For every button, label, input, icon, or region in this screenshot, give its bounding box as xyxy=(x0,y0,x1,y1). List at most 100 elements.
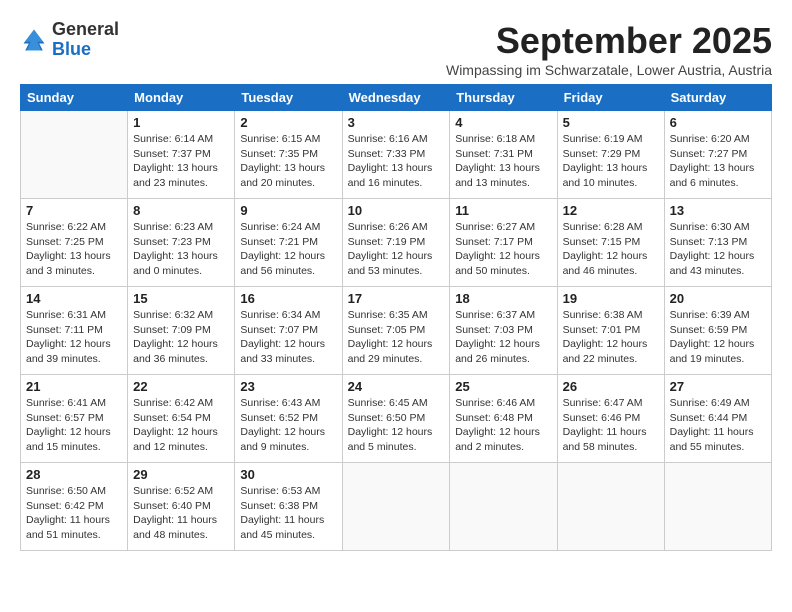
day-info: Sunrise: 6:47 AMSunset: 6:46 PMDaylight:… xyxy=(563,396,659,455)
day-info: Sunrise: 6:38 AMSunset: 7:01 PMDaylight:… xyxy=(563,308,659,367)
calendar-cell xyxy=(557,463,664,551)
weekday-header-friday: Friday xyxy=(557,85,664,111)
calendar-cell: 6Sunrise: 6:20 AMSunset: 7:27 PMDaylight… xyxy=(664,111,771,199)
day-info: Sunrise: 6:16 AMSunset: 7:33 PMDaylight:… xyxy=(348,132,445,191)
day-info: Sunrise: 6:42 AMSunset: 6:54 PMDaylight:… xyxy=(133,396,229,455)
day-number: 28 xyxy=(26,467,122,482)
day-number: 19 xyxy=(563,291,659,306)
day-info: Sunrise: 6:35 AMSunset: 7:05 PMDaylight:… xyxy=(348,308,445,367)
calendar-cell: 15 Sunrise: 6:32 AMSunset: 7:09 PMDayligh… xyxy=(128,287,235,375)
day-info: Sunrise: 6:45 AMSunset: 6:50 PMDaylight:… xyxy=(348,396,445,455)
calendar-cell: 17 Sunrise: 6:35 AMSunset: 7:05 PMDayligh… xyxy=(342,287,450,375)
day-info: Sunrise: 6:49 AMSunset: 6:44 PMDaylight:… xyxy=(670,396,766,455)
weekday-header-sunday: Sunday xyxy=(21,85,128,111)
day-number: 7 xyxy=(26,203,122,218)
day-number: 20 xyxy=(670,291,766,306)
week-row-1: 1 Sunrise: 6:14 AMSunset: 7:37 PMDaylight… xyxy=(21,111,772,199)
day-number: 11 xyxy=(455,203,551,218)
day-number: 13 xyxy=(670,203,766,218)
day-number: 16 xyxy=(240,291,336,306)
day-info: Sunrise: 6:30 AMSunset: 7:13 PMDaylight:… xyxy=(670,220,766,279)
day-info: Sunrise: 6:20 AMSunset: 7:27 PMDaylight:… xyxy=(670,132,766,191)
calendar-cell: 11 Sunrise: 6:27 AMSunset: 7:17 PMDayligh… xyxy=(450,199,557,287)
calendar-cell: 30 Sunrise: 6:53 AMSunset: 6:38 PMDayligh… xyxy=(235,463,342,551)
day-info: Sunrise: 6:27 AMSunset: 7:17 PMDaylight:… xyxy=(455,220,551,279)
calendar-cell: 4Sunrise: 6:18 AMSunset: 7:31 PMDaylight… xyxy=(450,111,557,199)
day-number: 22 xyxy=(133,379,229,394)
calendar-cell: 21 Sunrise: 6:41 AMSunset: 6:57 PMDayligh… xyxy=(21,375,128,463)
week-row-5: 28 Sunrise: 6:50 AMSunset: 6:42 PMDayligh… xyxy=(21,463,772,551)
day-info: Sunrise: 6:14 AMSunset: 7:37 PMDaylight:… xyxy=(133,132,229,191)
day-number: 17 xyxy=(348,291,445,306)
day-number: 2 xyxy=(240,115,336,130)
calendar-cell: 19 Sunrise: 6:38 AMSunset: 7:01 PMDayligh… xyxy=(557,287,664,375)
calendar-cell: 23 Sunrise: 6:43 AMSunset: 6:52 PMDayligh… xyxy=(235,375,342,463)
weekday-header-tuesday: Tuesday xyxy=(235,85,342,111)
calendar-cell xyxy=(450,463,557,551)
day-number: 12 xyxy=(563,203,659,218)
weekday-header-thursday: Thursday xyxy=(450,85,557,111)
calendar-cell: 13 Sunrise: 6:30 AMSunset: 7:13 PMDayligh… xyxy=(664,199,771,287)
weekday-header-monday: Monday xyxy=(128,85,235,111)
day-number: 30 xyxy=(240,467,336,482)
day-info: Sunrise: 6:43 AMSunset: 6:52 PMDaylight:… xyxy=(240,396,336,455)
calendar-cell: 12 Sunrise: 6:28 AMSunset: 7:15 PMDayligh… xyxy=(557,199,664,287)
page-header: General Blue September 2025 Wimpassing i… xyxy=(20,20,772,78)
week-row-4: 21 Sunrise: 6:41 AMSunset: 6:57 PMDayligh… xyxy=(21,375,772,463)
day-number: 24 xyxy=(348,379,445,394)
day-number: 29 xyxy=(133,467,229,482)
calendar-cell: 10 Sunrise: 6:26 AMSunset: 7:19 PMDayligh… xyxy=(342,199,450,287)
day-number: 1 xyxy=(133,115,229,130)
day-info: Sunrise: 6:53 AMSunset: 6:38 PMDaylight:… xyxy=(240,484,336,543)
day-number: 8 xyxy=(133,203,229,218)
day-info: Sunrise: 6:50 AMSunset: 6:42 PMDaylight:… xyxy=(26,484,122,543)
logo-blue: Blue xyxy=(52,39,91,59)
day-number: 5 xyxy=(563,115,659,130)
day-number: 23 xyxy=(240,379,336,394)
calendar-cell: 14 Sunrise: 6:31 AMSunset: 7:11 PMDayligh… xyxy=(21,287,128,375)
calendar-cell: 8Sunrise: 6:23 AMSunset: 7:23 PMDaylight… xyxy=(128,199,235,287)
calendar-cell: 29 Sunrise: 6:52 AMSunset: 6:40 PMDayligh… xyxy=(128,463,235,551)
day-info: Sunrise: 6:26 AMSunset: 7:19 PMDaylight:… xyxy=(348,220,445,279)
logo-text: General Blue xyxy=(52,20,119,60)
day-number: 25 xyxy=(455,379,551,394)
day-number: 4 xyxy=(455,115,551,130)
calendar-cell: 2Sunrise: 6:15 AMSunset: 7:35 PMDaylight… xyxy=(235,111,342,199)
day-number: 3 xyxy=(348,115,445,130)
title-block: September 2025 Wimpassing im Schwarzatal… xyxy=(446,20,772,78)
calendar-cell: 20Sunrise: 6:39 AMSunset: 6:59 PMDayligh… xyxy=(664,287,771,375)
day-info: Sunrise: 6:31 AMSunset: 7:11 PMDaylight:… xyxy=(26,308,122,367)
logo-general: General xyxy=(52,19,119,39)
calendar-cell: 16Sunrise: 6:34 AMSunset: 7:07 PMDayligh… xyxy=(235,287,342,375)
weekday-header-row: SundayMondayTuesdayWednesdayThursdayFrid… xyxy=(21,85,772,111)
day-info: Sunrise: 6:28 AMSunset: 7:15 PMDaylight:… xyxy=(563,220,659,279)
calendar-cell: 5 Sunrise: 6:19 AMSunset: 7:29 PMDaylight… xyxy=(557,111,664,199)
day-number: 9 xyxy=(240,203,336,218)
calendar-cell: 3 Sunrise: 6:16 AMSunset: 7:33 PMDaylight… xyxy=(342,111,450,199)
calendar-cell: 1 Sunrise: 6:14 AMSunset: 7:37 PMDaylight… xyxy=(128,111,235,199)
day-number: 15 xyxy=(133,291,229,306)
day-info: Sunrise: 6:19 AMSunset: 7:29 PMDaylight:… xyxy=(563,132,659,191)
week-row-3: 14 Sunrise: 6:31 AMSunset: 7:11 PMDayligh… xyxy=(21,287,772,375)
day-info: Sunrise: 6:32 AMSunset: 7:09 PMDaylight:… xyxy=(133,308,229,367)
calendar-cell: 26 Sunrise: 6:47 AMSunset: 6:46 PMDayligh… xyxy=(557,375,664,463)
day-number: 21 xyxy=(26,379,122,394)
logo: General Blue xyxy=(20,20,119,60)
calendar-table: SundayMondayTuesdayWednesdayThursdayFrid… xyxy=(20,84,772,551)
weekday-header-wednesday: Wednesday xyxy=(342,85,450,111)
day-info: Sunrise: 6:41 AMSunset: 6:57 PMDaylight:… xyxy=(26,396,122,455)
day-number: 18 xyxy=(455,291,551,306)
calendar-cell xyxy=(21,111,128,199)
calendar-cell: 25 Sunrise: 6:46 AMSunset: 6:48 PMDayligh… xyxy=(450,375,557,463)
calendar-cell: 9 Sunrise: 6:24 AMSunset: 7:21 PMDaylight… xyxy=(235,199,342,287)
day-info: Sunrise: 6:37 AMSunset: 7:03 PMDaylight:… xyxy=(455,308,551,367)
logo-icon xyxy=(20,26,48,54)
day-info: Sunrise: 6:24 AMSunset: 7:21 PMDaylight:… xyxy=(240,220,336,279)
day-info: Sunrise: 6:52 AMSunset: 6:40 PMDaylight:… xyxy=(133,484,229,543)
day-number: 26 xyxy=(563,379,659,394)
day-number: 14 xyxy=(26,291,122,306)
day-number: 10 xyxy=(348,203,445,218)
day-number: 27 xyxy=(670,379,766,394)
day-info: Sunrise: 6:22 AMSunset: 7:25 PMDaylight:… xyxy=(26,220,122,279)
day-info: Sunrise: 6:46 AMSunset: 6:48 PMDaylight:… xyxy=(455,396,551,455)
